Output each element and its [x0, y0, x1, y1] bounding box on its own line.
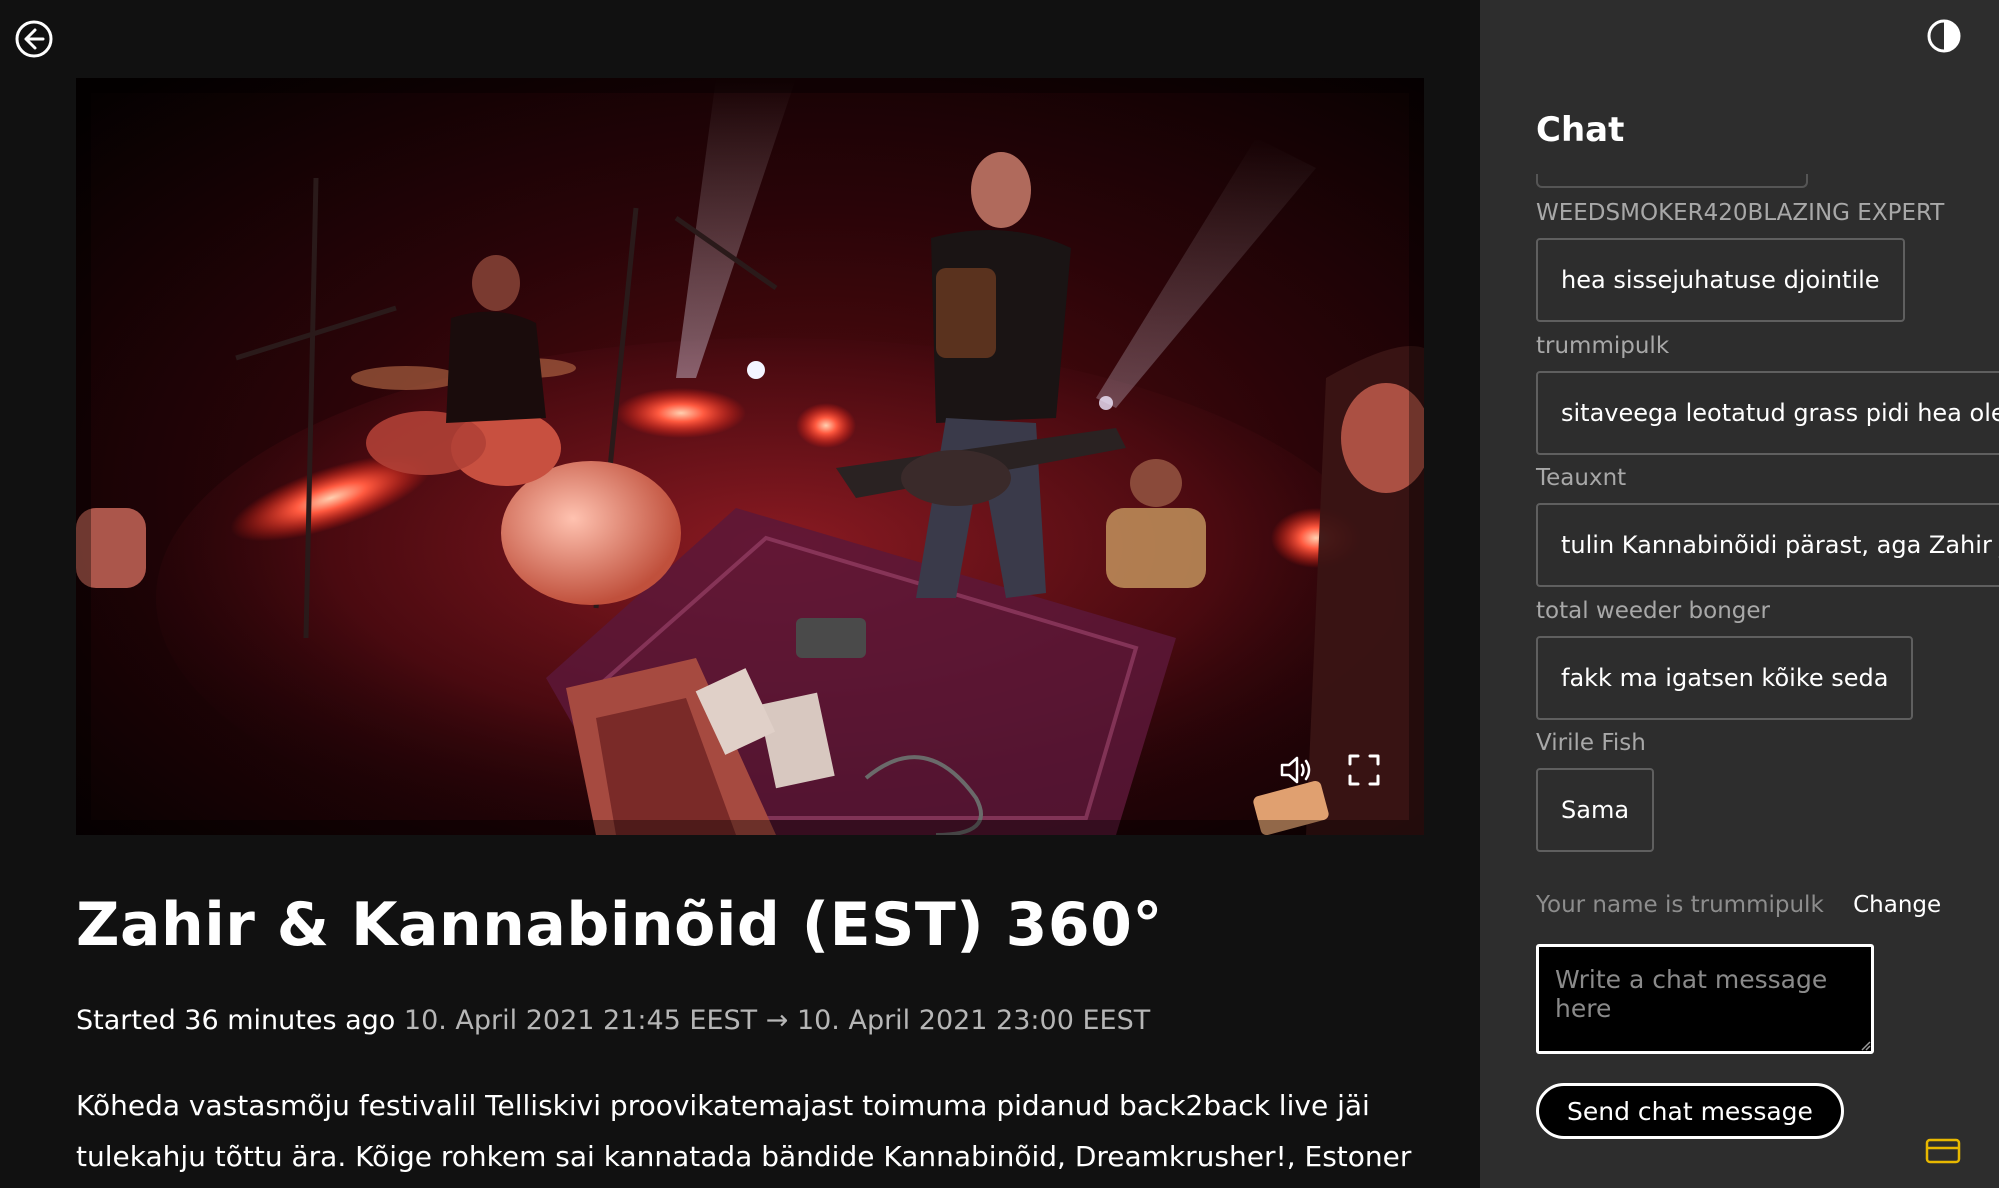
arrow-left-circle-icon: [15, 20, 53, 58]
credit-card-icon: [1925, 1138, 1961, 1164]
event-schedule: Started 36 minutes ago 10. April 2021 21…: [76, 1005, 1150, 1036]
chat-message: trummipulk sitaveega leotatud grass pidi…: [1536, 333, 1999, 455]
chat-message-author: trummipulk: [1536, 333, 1670, 359]
send-chat-button[interactable]: Send chat message: [1536, 1083, 1844, 1139]
volume-button[interactable]: [1276, 750, 1316, 790]
chat-message-input[interactable]: [1536, 944, 1874, 1054]
chat-message-text: sitaveega leotatud grass pidi hea olem: [1536, 371, 1999, 455]
video-player[interactable]: [76, 78, 1424, 835]
video-frame: [76, 78, 1424, 835]
chat-message: Virile Fish Sama: [1536, 730, 1655, 852]
chat-message: Teauxnt tulin Kannabinõidi pärast, aga Z…: [1536, 465, 1999, 587]
chat-message-author: WEEDSMOKER420BLAZING EXPERT: [1536, 200, 1945, 226]
event-description: Kõheda vastasmõju festivalil Telliskivi …: [76, 1089, 1412, 1173]
event-time-range: 10. April 2021 21:45 EEST → 10. April 20…: [403, 1005, 1151, 1036]
chat-message-author: Teauxnt: [1536, 465, 1627, 491]
previous-message-edge: [1536, 174, 1808, 188]
back-button[interactable]: [14, 19, 54, 59]
chat-message-text: tulin Kannabinõidi pärast, aga Zahir ju: [1536, 503, 1999, 587]
change-name-link[interactable]: Change: [1853, 892, 1941, 918]
page: Zahir & Kannabinõid (EST) 360° Started 3…: [0, 0, 1999, 1188]
contrast-toggle-button[interactable]: [1925, 17, 1963, 55]
chat-message: total weeder bonger fakk ma igatsen kõik…: [1536, 598, 1914, 720]
speaker-volume-icon: [1280, 756, 1311, 784]
chat-message: WEEDSMOKER420BLAZING EXPERT hea sissejuh…: [1536, 200, 1944, 322]
contrast-toggle-icon: [1927, 19, 1961, 53]
chat-message-text: hea sissejuhatuse djointile: [1536, 238, 1905, 322]
username-line: Your name is trummipulk Change: [1536, 892, 1941, 918]
chat-panel: Chat WEEDSMOKER420BLAZING EXPERT hea sis…: [1480, 0, 1999, 1188]
chat-message-text: fakk ma igatsen kõike seda: [1536, 636, 1914, 720]
main-content: Zahir & Kannabinõid (EST) 360° Started 3…: [0, 0, 1480, 1188]
chat-title: Chat: [1536, 110, 1625, 150]
card-button[interactable]: [1925, 1137, 1961, 1165]
chat-message-text: Sama: [1536, 768, 1655, 852]
chat-message-author: Virile Fish: [1536, 730, 1646, 756]
your-name-label: Your name is trummipulk: [1536, 892, 1824, 918]
resize-grip-icon[interactable]: [1859, 1039, 1871, 1051]
event-title: Zahir & Kannabinõid (EST) 360°: [76, 890, 1163, 960]
fullscreen-button[interactable]: [1344, 750, 1384, 790]
fullscreen-icon: [1348, 754, 1380, 786]
chat-message-author: total weeder bonger: [1536, 598, 1770, 624]
event-started: Started 36 minutes ago: [76, 1005, 396, 1036]
